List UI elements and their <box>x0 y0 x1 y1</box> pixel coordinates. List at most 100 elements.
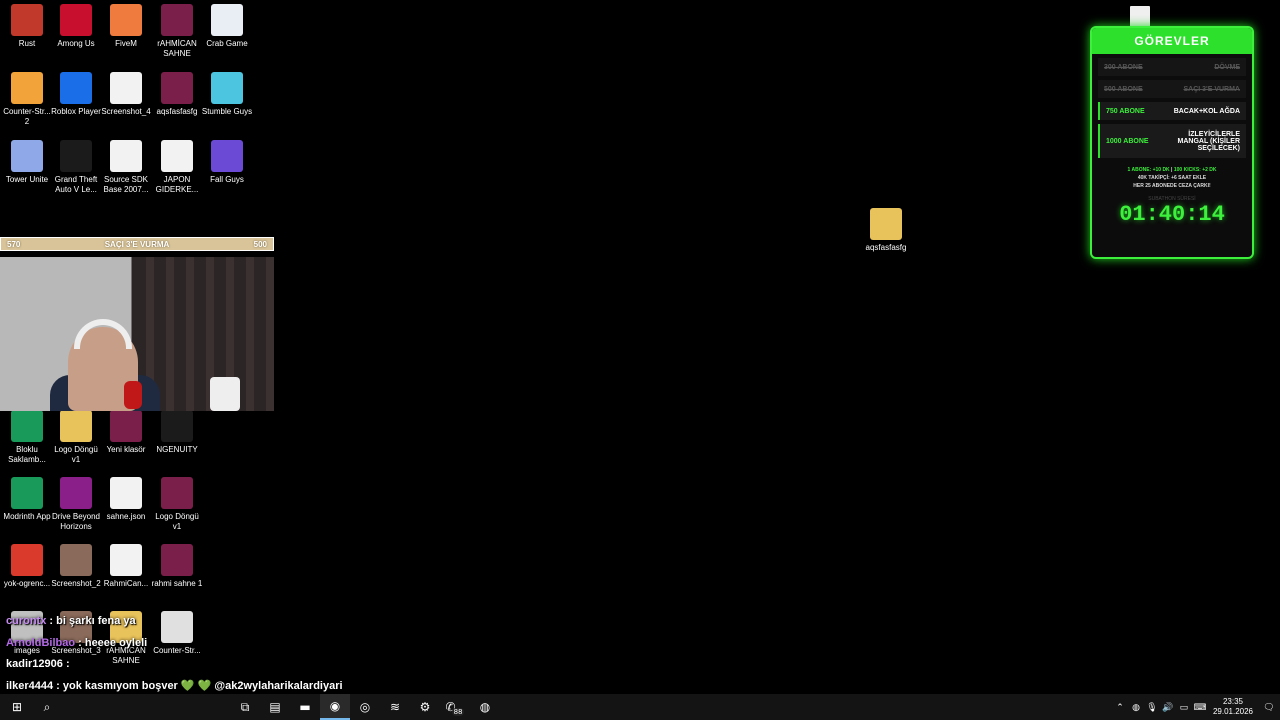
desktop-icon[interactable]: Fall Guys <box>200 140 254 185</box>
search-icon[interactable]: ⌕ <box>32 694 62 720</box>
notification-icon[interactable]: 🗨 <box>1258 702 1280 713</box>
desktop-icon[interactable]: Yeni klasör <box>99 410 153 455</box>
app-icon <box>110 410 142 442</box>
app-icon <box>161 544 193 576</box>
info-kicks-rule: 100 KICKS: +2 DK <box>1173 167 1217 173</box>
webcam-feed <box>0 257 274 411</box>
desktop-icon-label: Logo Döngü v1 <box>54 445 98 464</box>
desktop-icon[interactable]: Screenshot_4 <box>99 72 153 117</box>
system-tray: ⌃ ◍ 🎙 🔊 ▭ ⌨ 23:35 29.01.2026 🗨 <box>1112 694 1280 720</box>
desktop-icon-label: Source SDK Base 2007... <box>103 175 149 194</box>
desktop-icon[interactable]: Counter-Str... 2 <box>0 72 54 127</box>
desktop-icon[interactable]: Crab Game <box>200 4 254 49</box>
app-icon <box>60 410 92 442</box>
app-icon <box>161 477 193 509</box>
desktop-icon-label: yok-ogrenc... <box>3 579 51 588</box>
desktop-icon-label: Stumble Guys <box>201 107 253 116</box>
desktop-icon[interactable]: Logo Döngü v1 <box>150 477 204 532</box>
steam-icon[interactable]: ⚙ <box>410 694 440 720</box>
desktop-icon[interactable]: Logo Döngü v1 <box>49 410 103 465</box>
chat-text: : yok kasmıyom boşver 💚 💚 @ak2wylaharika… <box>56 680 343 692</box>
progress-target: 500 <box>253 239 267 249</box>
desktop-icon[interactable]: Modrinth App <box>0 477 54 522</box>
desktop-icon-label: Yeni klasör <box>106 445 146 454</box>
task-view-glyph: ⧉ <box>240 699 250 714</box>
app-icon <box>110 140 142 172</box>
discord-icon[interactable]: ◎ <box>350 694 380 720</box>
desktop-icon[interactable]: aqsfasfasfg <box>859 208 913 253</box>
desktop-icon[interactable]: sahne.json <box>99 477 153 522</box>
desktop-icon-label: Tower Unite <box>5 175 49 184</box>
app-icon <box>110 72 142 104</box>
goals-panel: GÖREVLER 300 ABONE DÖVME 500 ABONE SAÇI 3'E… <box>1090 26 1254 259</box>
desktop-icon[interactable]: aqsfasfasfg <box>150 72 204 117</box>
goal-task: BACAK+KOL AĞDA <box>1173 107 1240 115</box>
desktop-icon-label: Screenshot_2 <box>51 579 101 588</box>
network-app-icon[interactable]: ◍ <box>1128 702 1144 713</box>
spotify-icon[interactable]: ≋ <box>380 694 410 720</box>
desktop-icon[interactable]: Tower Unite <box>0 140 54 185</box>
task-view-icon[interactable]: ⧉ <box>230 694 260 720</box>
desktop-file-icon[interactable] <box>1130 6 1150 28</box>
desktop-icon[interactable]: Drive Beyond Horizons <box>49 477 103 532</box>
goal-amount: 750 ABONE <box>1106 107 1145 115</box>
desktop-icon-label: aqsfasfasfg <box>156 107 198 116</box>
keyboard-icon[interactable]: ⌨ <box>1192 702 1208 713</box>
steam-glyph: ⚙ <box>419 700 431 714</box>
chrome-glyph: ◉ <box>329 699 341 713</box>
obs-glyph: ◍ <box>479 700 491 714</box>
desktop-icon[interactable]: Rust <box>0 4 54 49</box>
desktop-icon[interactable]: NGENUITY <box>150 410 204 455</box>
app-icon <box>161 611 193 643</box>
desktop-icon-label: aqsfasfasfg <box>865 243 907 252</box>
speaker-icon[interactable]: 🔊 <box>1160 702 1176 713</box>
desktop-icon-label: rAHMİCAN SAHNE <box>157 39 197 58</box>
desktop-icon-label: NGENUITY <box>156 445 198 454</box>
chat-username: kadir12906 <box>6 658 63 670</box>
start-glyph: ⊞ <box>11 700 23 714</box>
desktop-icon-label: Logo Döngü v1 <box>155 512 199 531</box>
progress-goal-label: SAÇI 3'E VURMA <box>104 239 170 249</box>
microphone-icon[interactable]: 🎙 <box>1144 702 1160 713</box>
desktop-icon[interactable]: Roblox Player <box>49 72 103 117</box>
desktop-icon[interactable]: Screenshot_2 <box>49 544 103 589</box>
desktop-icon[interactable]: Among Us <box>49 4 103 49</box>
app-icon <box>11 4 43 36</box>
file-explorer-icon[interactable]: ▬ <box>290 694 320 720</box>
desktop-icon-label: JAPON GIDERKE... <box>155 175 199 194</box>
desktop-icon-label: Crab Game <box>206 39 248 48</box>
desktop-icon[interactable]: RahmiCan... <box>99 544 153 589</box>
whatsapp-icon[interactable]: ✆ 88 <box>440 694 470 720</box>
obs-icon[interactable]: ◍ <box>470 694 500 720</box>
goal-amount: 500 ABONE <box>1104 85 1143 93</box>
desktop-icon[interactable]: Bloklu Saklamb... <box>0 410 54 465</box>
app-icon <box>60 140 92 172</box>
goals-list: 300 ABONE DÖVME 500 ABONE SAÇI 3'E VURMA 750… <box>1092 58 1252 158</box>
goal-row: 500 ABONE SAÇI 3'E VURMA <box>1098 80 1246 98</box>
app-icon <box>161 140 193 172</box>
desktop-icon[interactable]: Grand Theft Auto V Le... <box>49 140 103 195</box>
chevron-up-icon[interactable]: ⌃ <box>1112 702 1128 713</box>
desktop-icon[interactable]: Stumble Guys <box>200 72 254 117</box>
desktop-icon[interactable]: FiveM <box>99 4 153 49</box>
desktop-icon[interactable]: Counter-Str... <box>150 611 204 656</box>
desktop-icon[interactable]: Source SDK Base 2007... <box>99 140 153 195</box>
monitor-icon[interactable]: ▭ <box>1176 702 1192 713</box>
app-icon <box>60 72 92 104</box>
subathon-timer: 01:40:14 <box>1119 202 1225 227</box>
chat-username: curontx <box>6 615 47 627</box>
chrome-icon[interactable]: ◉ <box>320 694 350 720</box>
spotify-glyph: ≋ <box>389 700 401 714</box>
goal-task: DÖVME <box>1214 63 1240 71</box>
desktop-icon[interactable]: rAHMİCAN SAHNE <box>150 4 204 59</box>
info-sub-rule: 1 ABONE: +10 DK <box>1127 167 1170 173</box>
taskbar: ⊞ ⌕ ⧉ ▤ ▬ ◉ ◎ ≋ ⚙ ✆ 88 ◍ ⌃ ◍ 🎙 🔊 ▭ ⌨ 23:35 29.01.20… <box>0 694 1280 720</box>
desktop-icon[interactable]: rahmi sahne 1 <box>150 544 204 589</box>
clock[interactable]: 23:35 29.01.2026 <box>1208 697 1258 717</box>
desktop-icon-label: Roblox Player <box>51 107 101 116</box>
desktop-icon-label: Fall Guys <box>210 175 244 184</box>
desktop-icon[interactable]: yok-ogrenc... <box>0 544 54 589</box>
explorer-app-icon[interactable]: ▤ <box>260 694 290 720</box>
start-icon[interactable]: ⊞ <box>2 694 32 720</box>
desktop-icon[interactable]: JAPON GIDERKE... <box>150 140 204 195</box>
